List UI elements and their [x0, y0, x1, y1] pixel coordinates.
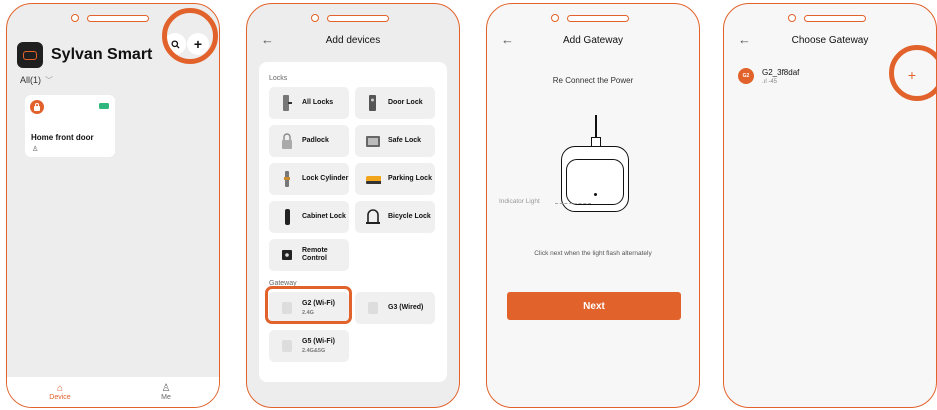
safe-lock-icon [365, 132, 381, 150]
battery-icon [99, 103, 109, 109]
tile-parking-lock[interactable]: Parking Lock [355, 163, 435, 195]
tile-label: Padlock [302, 137, 329, 144]
tile-label: All Locks [302, 99, 334, 106]
tab-me[interactable]: ♙ Me [113, 377, 219, 407]
device-catalog: Locks All Locks Door Lock Padlock Safe L… [259, 62, 447, 382]
bottom-tab-bar: ⌂ Device ♙ Me [7, 377, 219, 407]
phone-notch [788, 12, 872, 24]
gateway-info: G2_3f8daf .ıl -45 [762, 68, 799, 85]
page-title: Choose Gateway [791, 35, 869, 46]
tab-device-label: Device [49, 394, 71, 401]
tile-label: G5 (Wi-Fi) 2.4G&5G [302, 338, 335, 355]
all-locks-icon [279, 94, 295, 112]
tile-label: G3 (Wired) [388, 304, 424, 311]
app-logo [17, 42, 43, 68]
indicator-light [594, 193, 597, 196]
page-title: Add Gateway [562, 35, 624, 46]
cabinet-lock-icon [279, 208, 295, 226]
tab-device[interactable]: ⌂ Device [7, 377, 113, 407]
tile-remote-control[interactable]: Remote Control [269, 239, 349, 271]
tile-bicycle-lock[interactable]: Bicycle Lock [355, 201, 435, 233]
phone-screen-add-devices: ← Add devices Locks All Locks Door Lock … [246, 3, 460, 408]
tab-me-label: Me [161, 394, 171, 401]
tile-label: Remote Control [302, 247, 328, 262]
section-locks: Locks [269, 75, 288, 82]
nav-bar: ← Add devices [247, 32, 459, 50]
tile-label: Cabinet Lock [302, 213, 346, 220]
app-title: Sylvan Smart [51, 46, 153, 63]
instruction-hint: Click next when the light flash alternat… [534, 250, 652, 257]
door-lock-icon [365, 94, 381, 112]
indicator-light-label: Indicator Light [499, 198, 540, 205]
profile-icon: ♙ [161, 383, 171, 394]
signal-strength: .ıl -45 [762, 78, 778, 85]
chevron-down-icon: ﹀ [45, 76, 54, 85]
next-button[interactable]: Next [507, 292, 681, 320]
phone-notch [71, 12, 155, 24]
gateway-badge-icon: G2 [738, 68, 754, 84]
tile-label: Door Lock [388, 99, 423, 106]
gateway-name: G2_3f8daf [762, 67, 800, 77]
tile-door-lock[interactable]: Door Lock [355, 87, 435, 119]
page-title: Add devices [325, 35, 381, 46]
instruction-heading: Re Connect the Power [552, 76, 634, 85]
lock-icon [30, 100, 44, 114]
indicator-leader-line [555, 203, 591, 204]
gateway-band: 2.4G&5G [302, 347, 326, 354]
tile-gateway-g3[interactable]: G3 (Wired) [355, 292, 435, 324]
gateway-g3-icon [365, 299, 381, 317]
tile-lock-cylinder[interactable]: Lock Cylinder [269, 163, 349, 195]
lock-cylinder-icon [279, 170, 295, 188]
parking-lock-icon [365, 170, 381, 188]
highlight-circle [889, 45, 937, 101]
tile-gateway-g5[interactable]: G5 (Wi-Fi) 2.4G&5G [269, 330, 349, 362]
tile-label: Parking Lock [388, 175, 432, 182]
bicycle-lock-icon [365, 208, 381, 226]
tile-label: Bicycle Lock [388, 213, 431, 220]
device-name: Home front door [31, 133, 94, 142]
padlock-icon [279, 132, 295, 150]
filter-label: All(1) [20, 75, 42, 85]
tile-label: Lock Cylinder [302, 175, 349, 182]
tile-cabinet-lock[interactable]: Cabinet Lock [269, 201, 349, 233]
tile-all-locks[interactable]: All Locks [269, 87, 349, 119]
tile-safe-lock[interactable]: Safe Lock [355, 125, 435, 157]
phone-screen-add-gateway: ← Add Gateway Re Connect the Power Indic… [486, 3, 700, 408]
phone-notch [551, 12, 635, 24]
remote-control-icon [279, 246, 295, 264]
phone-notch [311, 12, 395, 24]
highlight-circle [162, 8, 218, 64]
gateway-g5-icon [279, 337, 295, 355]
gateway-face [566, 159, 624, 205]
user-icon: ♙ [32, 146, 39, 153]
device-card[interactable]: Home front door ♙ [25, 95, 115, 157]
tile-padlock[interactable]: Padlock [269, 125, 349, 157]
gateway-name: G5 (Wi-Fi) [302, 337, 335, 345]
nav-bar: ← Add Gateway [487, 32, 699, 50]
highlight-box [265, 286, 352, 324]
device-filter-dropdown[interactable]: All(1) ﹀ [20, 75, 53, 86]
tile-label: Safe Lock [388, 137, 422, 144]
home-icon: ⌂ [56, 383, 64, 394]
